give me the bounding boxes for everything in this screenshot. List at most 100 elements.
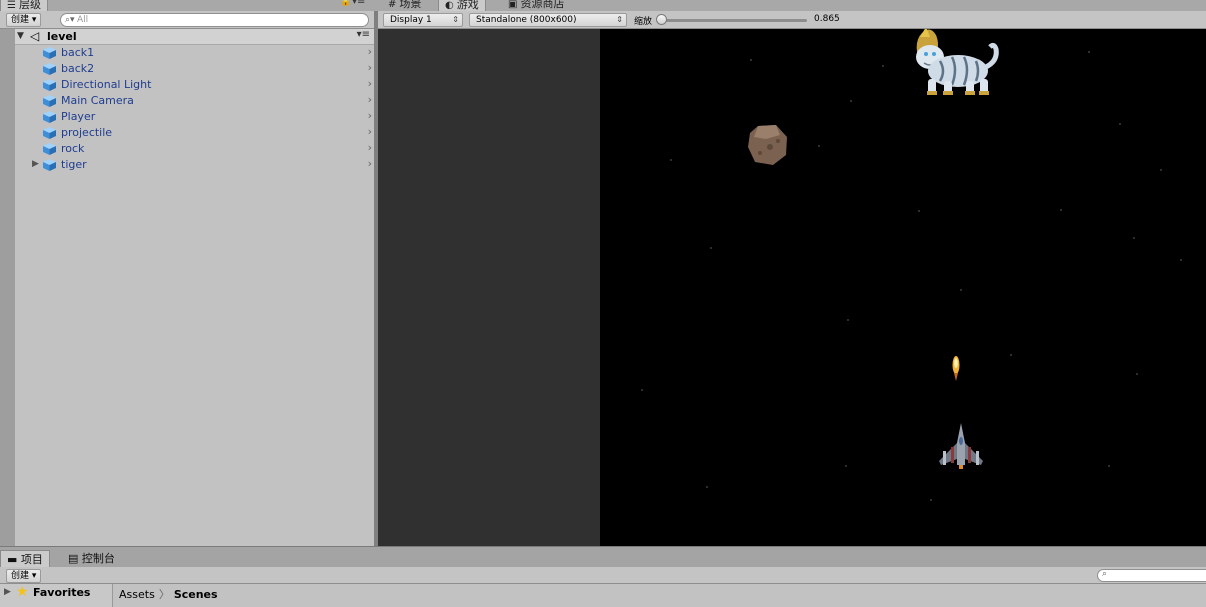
star-speck xyxy=(818,145,820,147)
project-create-button[interactable]: 创建 ▾ xyxy=(6,569,42,583)
hierarchy-item-label: projectile xyxy=(61,126,113,139)
favorites-row[interactable]: ▶ ★ Favorites xyxy=(0,584,113,607)
expand-right-icon[interactable]: ▶ xyxy=(4,587,11,597)
star-speck xyxy=(882,65,884,67)
expand-down-icon[interactable]: ▼ xyxy=(17,31,24,41)
star-speck xyxy=(847,319,849,321)
star-speck xyxy=(670,159,672,161)
tab-asset-store[interactable]: ▣ 资源商店 xyxy=(502,0,570,11)
hierarchy-create-button[interactable]: 创建 ▾ xyxy=(6,13,42,27)
search-icon: ⌕ xyxy=(1102,569,1108,579)
unity-logo-icon: ◁ xyxy=(30,29,40,43)
cube-icon xyxy=(43,47,56,59)
list-icon: ☰ xyxy=(7,0,16,11)
scene-header-row[interactable]: ▼ ◁ level ▾≡ xyxy=(15,29,374,45)
project-panel: ▶ ★ Favorites Assets 〉 Scenes xyxy=(0,584,1206,607)
hierarchy-item-label: rock xyxy=(61,142,85,155)
star-speck xyxy=(845,465,847,467)
breadcrumb-assets[interactable]: Assets xyxy=(119,588,155,601)
hierarchy-item[interactable]: back2 › xyxy=(15,61,374,77)
chevron-right-icon[interactable]: › xyxy=(368,109,372,122)
chevron-right-icon[interactable]: › xyxy=(368,157,372,170)
tab-hierarchy[interactable]: ☰ 层级 xyxy=(0,0,48,11)
game-view-letterbox xyxy=(378,29,600,546)
star-speck xyxy=(1010,354,1012,356)
hierarchy-item[interactable]: Directional Light › xyxy=(15,77,374,93)
project-search-input[interactable]: ⌕ xyxy=(1097,569,1206,582)
hierarchy-item[interactable]: ▶ tiger › xyxy=(15,157,374,173)
panel-menu-icon[interactable]: ▾≡ xyxy=(352,0,365,7)
chevron-right-icon[interactable]: › xyxy=(368,77,372,90)
project-toolbar: 创建 ▾ ⌕ xyxy=(0,567,1206,584)
cube-icon xyxy=(43,127,56,139)
console-icon: ▤ xyxy=(68,552,79,565)
star-speck xyxy=(1136,373,1138,375)
cube-icon xyxy=(43,63,56,75)
top-tab-strip: ☰ 层级 🔒 ▾≡ # 场景 ◐ 游戏 ▣ 资源商店 xyxy=(0,0,1206,11)
scale-slider-thumb[interactable] xyxy=(656,14,667,25)
chevron-right-icon[interactable]: › xyxy=(368,45,372,58)
rock-sprite xyxy=(748,125,787,165)
cube-icon xyxy=(43,143,56,155)
projectile-sprite xyxy=(952,356,960,381)
hierarchy-gutter xyxy=(0,29,15,546)
scale-slider-track[interactable] xyxy=(661,19,807,22)
tab-scene[interactable]: # 场景 xyxy=(382,0,427,11)
cube-icon xyxy=(43,159,56,171)
scale-label: 缩放 xyxy=(634,17,653,27)
expand-right-icon[interactable]: ▶ xyxy=(32,159,39,169)
lock-icon[interactable]: 🔒 xyxy=(340,0,351,7)
resolution-dropdown[interactable]: Standalone (800x600) ⇕ xyxy=(469,13,627,27)
hierarchy-item-label: back1 xyxy=(61,46,95,59)
folder-icon: ▬ xyxy=(7,553,18,566)
scene-name: level xyxy=(47,30,77,43)
tab-project[interactable]: ▬ 项目 xyxy=(0,550,50,568)
hierarchy-toolbar: 创建 ▾ ⌕▾ All xyxy=(0,11,374,29)
game-view-canvas[interactable] xyxy=(600,29,1206,546)
player-ship-sprite xyxy=(939,423,983,469)
scale-value: 0.865 xyxy=(814,14,840,24)
breadcrumb-scenes[interactable]: Scenes xyxy=(174,588,218,601)
hierarchy-search-input[interactable]: ⌕▾ All xyxy=(60,13,369,27)
star-speck xyxy=(1088,51,1090,53)
cube-icon xyxy=(43,111,56,123)
hierarchy-item[interactable]: rock › xyxy=(15,141,374,157)
hierarchy-item[interactable]: projectile › xyxy=(15,125,374,141)
chevron-right-icon[interactable]: › xyxy=(368,141,372,154)
star-speck xyxy=(641,389,643,391)
cube-icon xyxy=(43,79,56,91)
star-speck xyxy=(918,210,920,212)
tab-game[interactable]: ◐ 游戏 xyxy=(438,0,486,11)
tab-console[interactable]: ▤ 控制台 xyxy=(62,550,121,568)
cube-icon xyxy=(43,95,56,107)
game-toolbar: Display 1 ⇕ Standalone (800x600) ⇕ 缩放 0.… xyxy=(378,11,1206,29)
star-speck xyxy=(1108,465,1110,467)
chevron-right-icon[interactable]: › xyxy=(368,93,372,106)
hierarchy-item-label: back2 xyxy=(61,62,95,75)
star-speck xyxy=(710,247,712,249)
hierarchy-item[interactable]: Player › xyxy=(15,109,374,125)
star-speck xyxy=(1180,259,1182,261)
hierarchy-item-label: tiger xyxy=(61,158,87,171)
chevron-right-icon[interactable]: › xyxy=(368,61,372,74)
scene-menu-icon[interactable]: ▾≡ xyxy=(357,29,370,40)
hierarchy-item-label: Directional Light xyxy=(61,78,152,91)
grid-icon: # xyxy=(388,0,397,10)
star-speck xyxy=(960,289,962,291)
star-speck xyxy=(1133,237,1135,239)
chevron-right-icon: 〉 xyxy=(158,588,170,601)
pacman-icon: ◐ xyxy=(445,0,454,11)
shopping-bag-icon: ▣ xyxy=(508,0,518,10)
updown-arrow-icon: ⇕ xyxy=(616,15,623,24)
hierarchy-item[interactable]: back1 › xyxy=(15,45,374,61)
star-speck xyxy=(930,499,932,501)
updown-arrow-icon: ⇕ xyxy=(452,15,459,24)
display-dropdown[interactable]: Display 1 ⇕ xyxy=(383,13,463,27)
star-speck xyxy=(1160,169,1162,171)
hierarchy-item[interactable]: Main Camera › xyxy=(15,93,374,109)
hierarchy-item-label: Player xyxy=(61,110,96,123)
chevron-right-icon[interactable]: › xyxy=(368,125,372,138)
star-speck xyxy=(750,59,752,61)
star-speck xyxy=(1060,209,1062,211)
star-speck xyxy=(1119,123,1121,125)
